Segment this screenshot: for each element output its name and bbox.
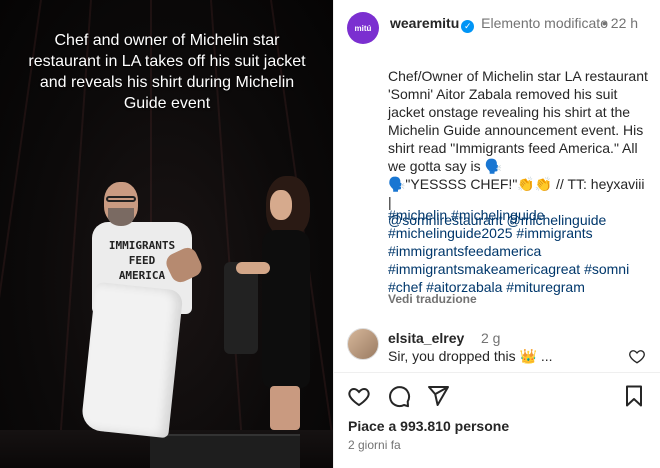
chef-glasses (106, 196, 136, 202)
edited-label: Elemento modificato (481, 15, 608, 31)
see-translation-link[interactable]: Vedi traduzione (388, 292, 477, 306)
comment-time: 2 g (481, 330, 501, 346)
woman-arm (236, 262, 270, 274)
comment-username[interactable]: elsita_elrey (388, 330, 464, 346)
comment-icon[interactable] (387, 384, 411, 408)
commenter-avatar[interactable] (347, 328, 379, 360)
post-media[interactable]: IMMIGRANTS FEED AMERICA Chef and owner o… (0, 0, 333, 468)
post-header: wearemitu ✓ Elemento modificato (390, 14, 622, 33)
likes-text: Piace a 993.810 persone (348, 418, 510, 434)
media-overlay-caption: Chef and owner of Michelin star restaura… (28, 32, 306, 112)
woman-dress (262, 230, 310, 388)
woman-face (270, 190, 292, 220)
woman-held-jacket (224, 262, 258, 354)
post-hashtags[interactable]: #michelin #michelinguide #michelinguide2… (388, 206, 650, 296)
account-username[interactable]: wearemitu (390, 15, 459, 31)
woman-legs (270, 386, 300, 430)
verified-badge-icon: ✓ (461, 20, 475, 33)
likes-count[interactable]: Piace a 993.810 persone (348, 418, 509, 434)
stage-speaker (150, 434, 300, 468)
comment-heart-icon[interactable] (628, 347, 646, 365)
save-bookmark-icon[interactable] (622, 384, 646, 408)
post-time-label: 22 h (610, 15, 639, 31)
post-comments-area[interactable]: mitú wearemitu ✓ Elemento modificato • 22… (334, 0, 660, 373)
post-panel: mitú wearemitu ✓ Elemento modificato • 22… (333, 0, 660, 468)
post-time[interactable]: • 22 h (602, 14, 652, 32)
post-date: 2 giorni fa (348, 438, 401, 452)
chef-jacket (80, 281, 184, 439)
chef-beard (108, 208, 134, 226)
comment-text: Sir, you dropped this 👑 ... (388, 348, 553, 364)
action-bar (334, 380, 660, 414)
avatar-label: mitú (354, 23, 372, 33)
account-avatar[interactable]: mitú (347, 12, 379, 44)
heart-icon[interactable] (347, 384, 371, 408)
dot-separator: • (602, 15, 607, 31)
share-icon[interactable] (426, 384, 450, 408)
caption-body: Chef/Owner of Michelin star LA restauran… (388, 68, 648, 210)
post-caption: Chef/Owner of Michelin star LA restauran… (388, 49, 650, 229)
